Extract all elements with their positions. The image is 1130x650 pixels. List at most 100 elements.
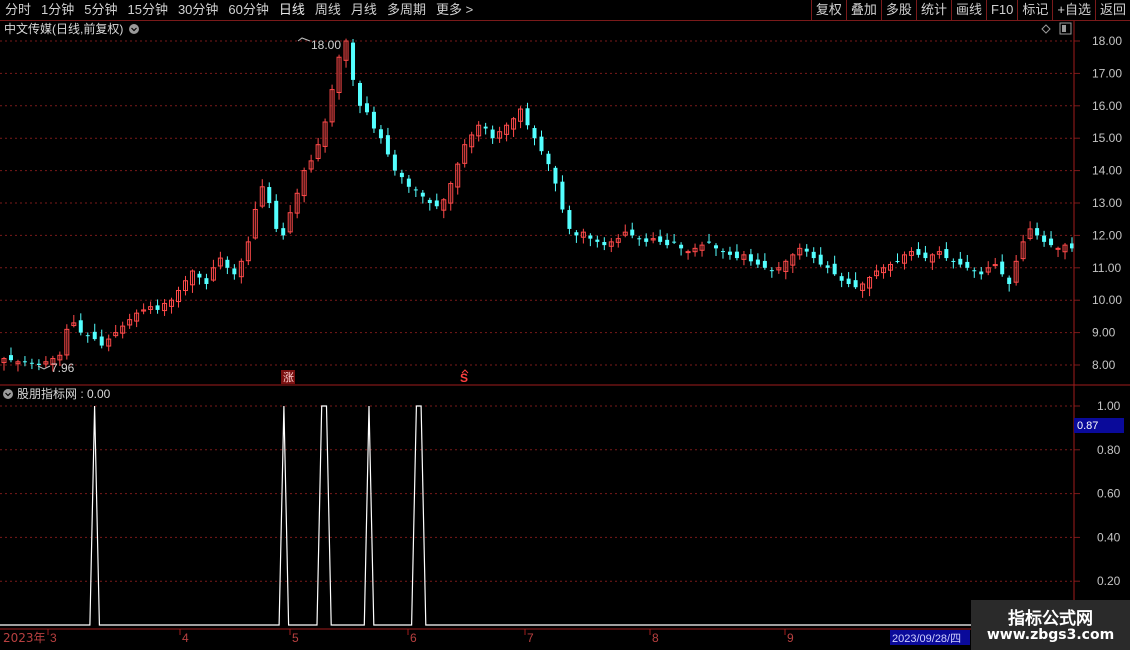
candle-body — [232, 268, 237, 275]
candle-body — [29, 362, 34, 364]
candle-body — [539, 136, 544, 152]
candle-body — [637, 238, 642, 240]
period-tab[interactable]: 分时 — [0, 0, 36, 20]
candle-body — [22, 361, 27, 363]
candle-body — [769, 270, 774, 272]
period-tab[interactable]: 更多 > — [431, 0, 478, 20]
period-tab[interactable]: 60分钟 — [223, 0, 273, 20]
candle-body — [832, 263, 837, 275]
price-tick-label: 10.00 — [1092, 293, 1122, 307]
toolbar-button[interactable]: +自选 — [1052, 0, 1095, 20]
month-label: 9 — [787, 631, 794, 645]
candle-body — [714, 245, 718, 249]
toolbar-button[interactable]: 画线 — [950, 0, 986, 20]
watermark: 指标公式网 www.zbgs3.com — [971, 600, 1130, 650]
candle-body — [804, 248, 809, 252]
candle-body — [1035, 228, 1040, 236]
period-tab[interactable]: 5分钟 — [79, 0, 122, 20]
candle-body — [979, 271, 984, 275]
candle-body — [595, 239, 600, 242]
indicator-line — [0, 405, 1074, 626]
candle-body — [923, 252, 928, 259]
candle-body — [825, 265, 830, 268]
candle-body — [665, 239, 670, 246]
candle-body — [1007, 277, 1012, 284]
period-tab[interactable]: 15分钟 — [122, 0, 172, 20]
candle-body — [1049, 238, 1054, 246]
candle-body — [197, 273, 202, 278]
low-label: 7.96 — [51, 361, 75, 375]
candle-body — [85, 335, 90, 337]
period-tab[interactable]: 多周期 — [382, 0, 431, 20]
toolbar-button[interactable]: 统计 — [915, 0, 951, 20]
candle-body — [78, 320, 83, 333]
toolbar: 分时 1分钟 5分钟 15分钟 30分钟 60分钟 日线 周线 月线 多周期 更多 > 复权 叠加 多股… — [0, 0, 1130, 21]
candle-body — [8, 355, 13, 361]
indicator-tick-label: 1.00 — [1097, 399, 1121, 413]
candle-body — [588, 235, 593, 239]
price-tick-label: 13.00 — [1092, 196, 1122, 210]
kline-chart[interactable]: 8.00 9.00 10.00 11.00 12.00 13.00 14.00 15.00 16… — [0, 21, 1130, 650]
candle-body — [267, 187, 272, 203]
candle-body — [755, 259, 760, 265]
candle-body — [274, 200, 279, 229]
candle-body — [490, 129, 495, 139]
candle-body — [644, 238, 649, 242]
candle-body — [225, 259, 230, 268]
diamond-icon[interactable] — [1041, 24, 1051, 34]
candle-body — [371, 111, 376, 129]
candle-body — [748, 254, 753, 262]
candle-body — [951, 260, 956, 262]
candle-body — [434, 200, 439, 207]
candle-body — [574, 232, 579, 236]
toolbar-button[interactable]: 标记 — [1017, 0, 1052, 20]
candles — [1, 38, 1074, 372]
period-tab[interactable]: 30分钟 — [173, 0, 223, 20]
year-label: 2023年 — [3, 631, 46, 645]
candle-body — [92, 331, 97, 340]
toolbar-button[interactable]: 复权 — [810, 0, 846, 20]
candle-body — [916, 249, 921, 255]
month-label: 6 — [410, 631, 417, 645]
period-tab[interactable]: 月线 — [346, 0, 382, 20]
toolbar-button[interactable]: 叠加 — [845, 0, 881, 20]
candle-body — [204, 278, 209, 284]
candle-body — [1042, 235, 1047, 242]
candle-body — [958, 258, 963, 265]
period-tabs: 分时 1分钟 5分钟 15分钟 30分钟 60分钟 日线 周线 月线 多周期 更多 > — [0, 0, 478, 20]
price-panel-title: 中文传媒(日线,前复权) — [4, 21, 123, 36]
candle-body — [762, 260, 767, 268]
period-tab[interactable]: 1分钟 — [36, 0, 79, 20]
chevron-down-icon[interactable] — [3, 389, 13, 399]
candle-body — [483, 126, 488, 129]
period-tab[interactable]: 周线 — [310, 0, 346, 20]
grid-lines — [0, 40, 1074, 582]
watermark-title: 指标公式网 — [1008, 609, 1093, 629]
candle-body — [406, 178, 411, 187]
candle-body — [99, 336, 104, 346]
max-pointer — [297, 37, 311, 42]
chevron-down-icon[interactable] — [129, 24, 139, 34]
candle-body — [707, 241, 712, 243]
indicator-tick-label: 0.20 — [1097, 574, 1121, 588]
price-tick-label: 17.00 — [1092, 66, 1122, 80]
price-tick-label: 12.00 — [1092, 228, 1122, 242]
candle-body — [36, 363, 41, 365]
cursor-date: 2023/09/28/四 — [892, 633, 961, 645]
price-axis: 8.00 9.00 10.00 11.00 12.00 13.00 14.00 15.00 16… — [1074, 34, 1122, 372]
candle-body — [567, 210, 572, 229]
candle-body — [679, 244, 684, 249]
min-pointer — [37, 365, 51, 370]
toolbar-button[interactable]: F10 — [985, 0, 1017, 20]
price-tick-label: 16.00 — [1092, 99, 1122, 113]
candle-body — [734, 251, 739, 259]
price-tick-label: 15.00 — [1092, 131, 1122, 145]
toolbar-button[interactable]: 多股 — [880, 0, 916, 20]
toolbar-button[interactable]: 返回 — [1094, 0, 1130, 20]
indicator-tick-label: 0.40 — [1097, 530, 1121, 544]
month-label: 8 — [652, 631, 659, 645]
period-tab[interactable]: 日线 — [274, 0, 310, 20]
candle-body — [155, 305, 160, 310]
toolbar-buttons: 复权 叠加 多股 统计 画线 F10 标记 +自选 返回 — [810, 0, 1130, 20]
candle-body — [399, 172, 404, 178]
